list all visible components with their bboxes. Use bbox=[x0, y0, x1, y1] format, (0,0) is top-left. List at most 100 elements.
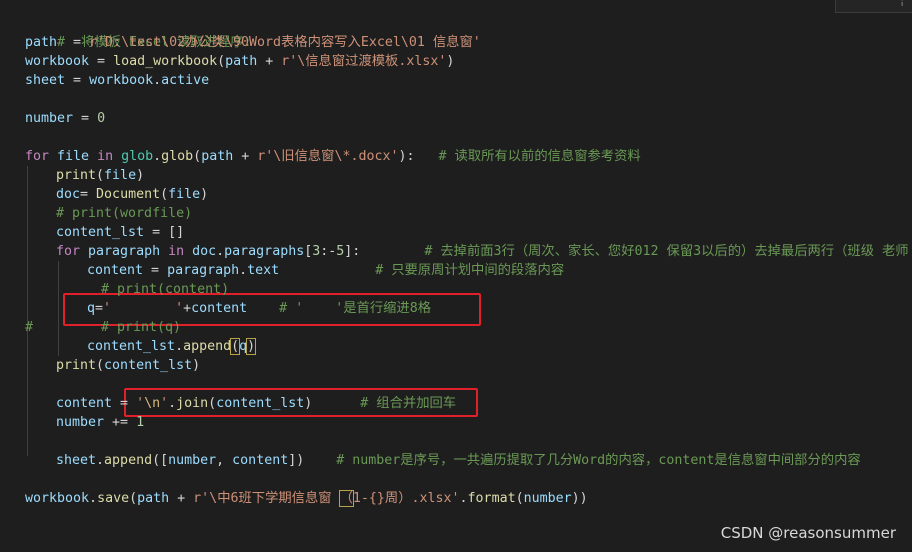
token-punct: ) bbox=[446, 54, 455, 69]
token-punct: ) bbox=[136, 168, 145, 183]
token-function: format bbox=[467, 491, 516, 506]
code-line-6: number = 0 bbox=[25, 109, 105, 128]
token-arg: content_lst bbox=[104, 358, 193, 373]
code-line-8: for file in glob.glob(path + r'\旧信息窗\*.d… bbox=[25, 147, 641, 166]
token-op: = bbox=[57, 35, 90, 50]
comment-hash: # bbox=[25, 320, 34, 335]
comment: # print(q) bbox=[101, 320, 182, 335]
token-string: ' bbox=[160, 396, 169, 411]
token-keyword: in bbox=[168, 244, 185, 259]
token-op: = bbox=[95, 301, 104, 316]
comment: # 去掉前面3行（周次、家长、您好012 保留3以后的）去掉最后两行（班级 老师 bbox=[360, 244, 909, 259]
token-arg: content bbox=[191, 301, 248, 316]
code-line-13: for paragraph in doc.paragraphs[3:-5]: #… bbox=[56, 242, 909, 261]
code-line-17-comment: # print(q) bbox=[101, 318, 181, 337]
indent-guide bbox=[58, 261, 59, 356]
code-line-26: workbook.save(path + r'\中6班下学期信息窗 （1-{}周… bbox=[25, 489, 588, 508]
token-arg: number bbox=[523, 491, 572, 506]
token-punct: . bbox=[96, 453, 105, 468]
code-line-4: sheet = workbook.active bbox=[25, 71, 209, 90]
token-object: paragraph bbox=[167, 263, 240, 278]
token-object: sheet bbox=[56, 453, 97, 468]
comment: # ' '是首行缩进8格 bbox=[247, 301, 432, 316]
token-punct: . bbox=[89, 491, 98, 506]
token-var: number bbox=[25, 111, 74, 126]
token-function: load_workbook bbox=[113, 54, 218, 69]
comment: # 只要原周计划中间的段落内容 bbox=[279, 263, 565, 278]
token-attr: paragraphs bbox=[224, 244, 305, 259]
token-keyword: for bbox=[56, 244, 81, 259]
token-function: join bbox=[176, 396, 209, 411]
token-string: r'D:\test\02办公类\90Word表格内容写入Excel\01 信息窗… bbox=[89, 35, 481, 50]
code-line-17: # bbox=[25, 318, 33, 337]
token-punct: ): bbox=[398, 149, 415, 164]
token-function: save bbox=[97, 491, 130, 506]
comment: # 组合并加回车 bbox=[312, 396, 457, 411]
code-line-24: sheet.append([number, content]) # number… bbox=[56, 451, 861, 470]
token-var: content_lst bbox=[56, 225, 145, 240]
token-keyword: in bbox=[97, 149, 114, 164]
token-punct: ( bbox=[96, 358, 105, 373]
token-op: + bbox=[233, 149, 258, 164]
token-op: = bbox=[65, 73, 90, 88]
code-line-16: q=' '+content # ' '是首行缩进8格 bbox=[87, 299, 431, 318]
token-punct: . bbox=[153, 73, 162, 88]
comment: # 读取所有以前的信息窗参考资料 bbox=[414, 149, 641, 164]
token-punct: . bbox=[175, 339, 184, 354]
token-punct: ( bbox=[515, 491, 524, 506]
code-line-11: # print(wordfile) bbox=[56, 204, 192, 223]
token-function: append bbox=[183, 339, 232, 354]
token-number: 0 bbox=[97, 111, 106, 126]
token-arg: path bbox=[137, 491, 170, 506]
token-var: paragraph bbox=[80, 244, 169, 259]
token-arg: file bbox=[168, 187, 201, 202]
token-var: number bbox=[56, 415, 105, 430]
watermark: CSDN @reasonsummer bbox=[720, 524, 896, 542]
comment: # number是序号，一共遍历提取了几分Word的内容，content是信息窗… bbox=[304, 453, 861, 468]
token-punct: . bbox=[239, 263, 248, 278]
minimap-corner: ¦ bbox=[835, 0, 912, 13]
token-number: 1 bbox=[136, 415, 145, 430]
token-string-paren: （ bbox=[338, 490, 354, 507]
token-punct: . bbox=[459, 491, 468, 506]
token-punct: ( bbox=[230, 338, 241, 355]
token-object: workbook bbox=[89, 73, 154, 88]
token-object: content_lst bbox=[87, 339, 176, 354]
token-var: file bbox=[49, 149, 98, 164]
token-punct: ) bbox=[200, 187, 209, 202]
token-var: sheet bbox=[25, 73, 66, 88]
token-var: doc bbox=[56, 187, 81, 202]
token-punct: ( bbox=[208, 396, 217, 411]
token-string: r'\中6班下学期信息窗 bbox=[193, 491, 340, 506]
token-arg: q bbox=[239, 339, 248, 354]
token-escape: \n bbox=[144, 396, 161, 411]
code-editor[interactable]: ¦ # 将模板 Excel 读取进程序: path = r'D:\test\02… bbox=[0, 0, 912, 552]
token-op: = bbox=[89, 54, 114, 69]
code-line-15: # print(content) bbox=[101, 280, 229, 299]
code-line-22: number += 1 bbox=[56, 413, 144, 432]
token-string: r'\信息窗过渡模板.xlsx' bbox=[281, 54, 447, 69]
token-arg: number bbox=[168, 453, 217, 468]
token-string: r'\旧信息窗\*.docx' bbox=[257, 149, 399, 164]
token-arg: content bbox=[232, 453, 289, 468]
token-op: += bbox=[104, 415, 137, 430]
token-op: + bbox=[169, 491, 194, 506]
token-op: + bbox=[257, 54, 282, 69]
token-punct: . bbox=[216, 244, 225, 259]
token-punct: ( bbox=[193, 149, 202, 164]
token-function: print bbox=[56, 168, 97, 183]
token-function: glob bbox=[161, 149, 194, 164]
comment: # print(wordfile) bbox=[56, 206, 193, 221]
code-line-21: content = '\n'.join(content_lst) # 组合并加回… bbox=[56, 394, 456, 413]
token-op: = bbox=[112, 396, 137, 411]
token-op: = bbox=[143, 263, 168, 278]
token-punct: ( bbox=[217, 54, 226, 69]
code-line-14: content = paragraph.text # 只要原周计划中间的段落内容 bbox=[87, 261, 564, 280]
token-punct: . bbox=[153, 149, 162, 164]
code-line-12: content_lst = [] bbox=[56, 223, 184, 242]
code-line-9: print(file) bbox=[56, 166, 144, 185]
comment: # print(content) bbox=[101, 282, 230, 297]
token-op: + bbox=[183, 301, 192, 316]
code-line-19: print(content_lst) bbox=[56, 356, 200, 375]
token-punct: ]: bbox=[344, 244, 361, 259]
